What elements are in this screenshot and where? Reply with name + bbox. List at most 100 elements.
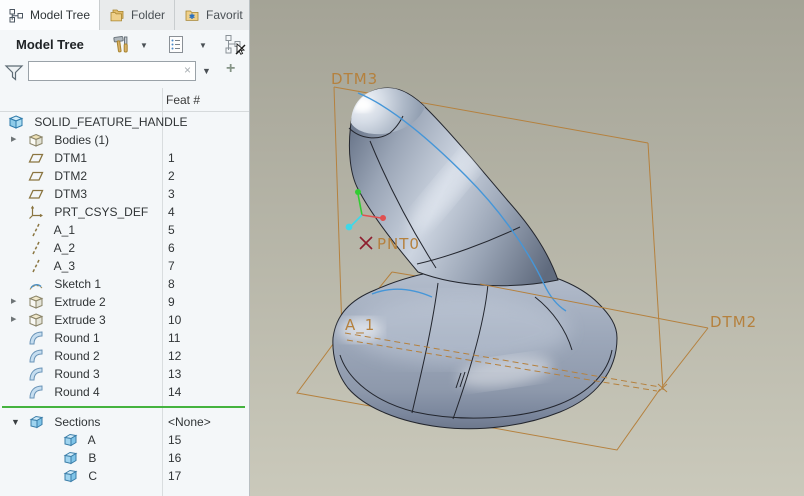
tab-folder[interactable]: Folder — [100, 0, 175, 30]
favorites-folder-icon — [184, 8, 200, 23]
feat-number: 9 — [168, 293, 175, 311]
tab-favorites[interactable]: Favorit — [175, 0, 250, 30]
tree-row[interactable]: Sketch 1 8 — [0, 275, 250, 293]
dtm2-label[interactable]: DTM2 — [710, 313, 757, 331]
tree-row[interactable]: DTM3 3 — [0, 185, 250, 203]
feat-number: 3 — [168, 185, 175, 203]
tree-column-header: Feat # — [0, 88, 250, 112]
tree-item-label: PRT_CSYS_DEF — [54, 205, 148, 219]
tree-item-label: A_2 — [54, 241, 75, 255]
csys-icon — [28, 204, 44, 220]
tree-item-label: Round 1 — [54, 331, 99, 345]
tree-row[interactable]: A_3 7 — [0, 257, 250, 275]
datum-plane-icon — [28, 150, 44, 166]
tree-filters-icon[interactable] — [166, 34, 186, 60]
tree-tools-dropdown-icon[interactable]: ▼ — [140, 41, 148, 50]
tree-row[interactable]: SOLID_FEATURE_HANDLE — [0, 113, 250, 131]
a1-axis-label[interactable]: A_1 — [345, 316, 375, 335]
tree-item-label: Bodies (1) — [54, 133, 109, 147]
tree-filters-dropdown-icon[interactable]: ▼ — [199, 41, 207, 50]
feat-number: 6 — [168, 239, 175, 257]
axis-icon — [28, 240, 44, 256]
handle-base[interactable] — [333, 266, 617, 428]
datum-plane-icon — [28, 168, 44, 184]
pnt0-label[interactable]: PNT0 — [377, 235, 420, 253]
tree-row[interactable]: DTM1 1 — [0, 149, 250, 167]
round-icon — [28, 366, 44, 382]
model-tree-panel: Model Tree Folder Favorit Mo — [0, 0, 250, 496]
round-icon — [28, 384, 44, 400]
tree-item-label: Round 3 — [54, 367, 99, 381]
tree-item-label: DTM3 — [54, 187, 87, 201]
tree-row[interactable]: A_2 6 — [0, 239, 250, 257]
extrude-icon — [28, 294, 44, 310]
tree-item-label: Extrude 3 — [54, 313, 105, 327]
tab-label: Model Tree — [30, 8, 90, 22]
feat-number: 8 — [168, 275, 175, 293]
tree-row[interactable]: PRT_CSYS_DEF 4 — [0, 203, 250, 221]
panel-header: Model Tree ▼ ▼ — [0, 30, 250, 58]
sketch-icon — [28, 276, 44, 292]
feat-number: 14 — [168, 383, 181, 401]
feat-number: 7 — [168, 257, 175, 275]
section-item-icon — [62, 468, 78, 484]
expand-arrow-icon[interactable]: ▼ — [11, 413, 20, 431]
feat-number: 11 — [168, 329, 180, 347]
dtm3-label[interactable]: DTM3 — [331, 70, 378, 88]
round-icon — [28, 330, 44, 346]
tree-row[interactable]: B 16 — [0, 449, 250, 467]
tree-item-label: Sketch 1 — [54, 277, 101, 291]
tree-item-label: SOLID_FEATURE_HANDLE — [34, 115, 187, 129]
tree-row[interactable]: ▼ Sections <None> — [0, 413, 250, 431]
panel-tab-bar: Model Tree Folder Favorit — [0, 0, 250, 30]
tree-item-label: Round 2 — [54, 349, 99, 363]
tree-row[interactable]: C 17 — [0, 467, 250, 485]
tree-row[interactable]: Round 4 14 — [0, 383, 250, 401]
tree-row[interactable]: ▶ Extrude 2 9 — [0, 293, 250, 311]
part-icon — [8, 114, 24, 130]
model-tree: SOLID_FEATURE_HANDLE ▶ Bodies (1) DTM1 1… — [0, 113, 250, 485]
tree-row[interactable]: Round 1 11 — [0, 329, 250, 347]
3d-viewport[interactable]: PNT0 DTM3 DTM2 A_1 — [250, 0, 804, 496]
expand-arrow-icon[interactable]: ▶ — [11, 131, 16, 149]
tree-item-label: A — [88, 433, 96, 447]
filter-input[interactable] — [31, 63, 175, 81]
insert-here-indicator — [0, 401, 250, 413]
tree-row[interactable]: A 15 — [0, 431, 250, 449]
folder-icon — [109, 8, 125, 23]
add-filter-button[interactable]: + — [226, 60, 235, 78]
feat-number: 16 — [168, 449, 181, 467]
expand-arrow-icon[interactable]: ▶ — [11, 293, 16, 311]
tab-model-tree[interactable]: Model Tree — [0, 0, 100, 30]
feat-number: <None> — [168, 413, 211, 431]
filter-funnel-icon[interactable] — [4, 63, 24, 88]
tree-filter-row: × ▼ + — [0, 58, 250, 88]
sections-icon — [28, 414, 44, 430]
tree-display-toggle-icon[interactable] — [224, 34, 248, 61]
tree-row[interactable]: ▶ Bodies (1) — [0, 131, 250, 149]
tree-item-label: DTM2 — [54, 169, 87, 183]
filter-dropdown-icon[interactable]: ▼ — [202, 66, 211, 76]
tree-item-label: DTM1 — [54, 151, 87, 165]
tree-row[interactable]: A_1 5 — [0, 221, 250, 239]
model-tree-icon — [9, 8, 24, 23]
feat-number-column-header: Feat # — [166, 93, 200, 107]
datum-plane-icon — [28, 186, 44, 202]
bodies-icon — [28, 132, 44, 148]
feat-number: 4 — [168, 203, 175, 221]
clear-filter-icon[interactable]: × — [184, 63, 191, 77]
expand-arrow-icon[interactable]: ▶ — [11, 311, 16, 329]
tree-row[interactable]: Round 3 13 — [0, 365, 250, 383]
tree-row[interactable]: ▶ Extrude 3 10 — [0, 311, 250, 329]
section-item-icon — [62, 450, 78, 466]
section-item-icon — [62, 432, 78, 448]
tree-item-label: C — [88, 469, 97, 483]
tab-label: Favorit — [206, 8, 243, 22]
tree-item-label: Extrude 2 — [54, 295, 105, 309]
feat-number: 10 — [168, 311, 181, 329]
feat-number: 5 — [168, 221, 175, 239]
tree-row[interactable]: Round 2 12 — [0, 347, 250, 365]
tree-tools-icon[interactable] — [110, 34, 131, 60]
tree-row[interactable]: DTM2 2 — [0, 167, 250, 185]
round-icon — [28, 348, 44, 364]
